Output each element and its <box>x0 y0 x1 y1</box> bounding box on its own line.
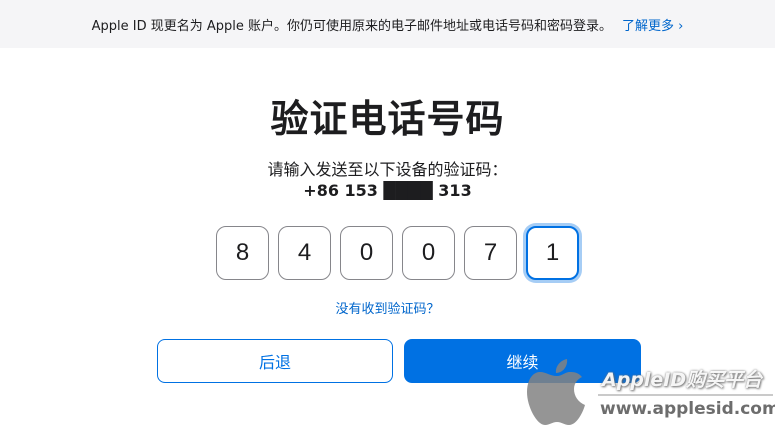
code-digit-6[interactable]: 1 <box>526 226 579 280</box>
phone-number: +86 153 ████ 313 <box>303 181 472 200</box>
learn-more-link[interactable]: 了解更多 › <box>622 15 683 34</box>
code-digit-1[interactable]: 8 <box>216 226 269 280</box>
code-digit-3[interactable]: 0 <box>340 226 393 280</box>
watermark-url: www.applesid.com <box>600 399 775 419</box>
code-digit-2[interactable]: 4 <box>278 226 331 280</box>
verify-phone-page: Apple ID 现更名为 Apple 账户。你仍可使用原来的电子邮件地址或电话… <box>0 0 775 432</box>
page-title: 验证电话号码 <box>270 97 505 141</box>
code-digit-5[interactable]: 7 <box>464 226 517 280</box>
instruction-text: 请输入发送至以下设备的验证码： <box>267 160 508 179</box>
back-button[interactable]: 后退 <box>157 339 393 383</box>
continue-button[interactable]: 继续 <box>404 339 641 383</box>
banner-text: Apple ID 现更名为 Apple 账户。你仍可使用原来的电子邮件地址或电话… <box>91 18 613 34</box>
watermark-divider <box>598 394 773 396</box>
notice-banner: Apple ID 现更名为 Apple 账户。你仍可使用原来的电子邮件地址或电话… <box>0 0 775 48</box>
verification-code-input: 8 4 0 0 7 1 <box>216 226 586 282</box>
resend-code-link[interactable]: 没有收到验证码？ <box>0 298 775 317</box>
code-digit-4[interactable]: 0 <box>402 226 455 280</box>
